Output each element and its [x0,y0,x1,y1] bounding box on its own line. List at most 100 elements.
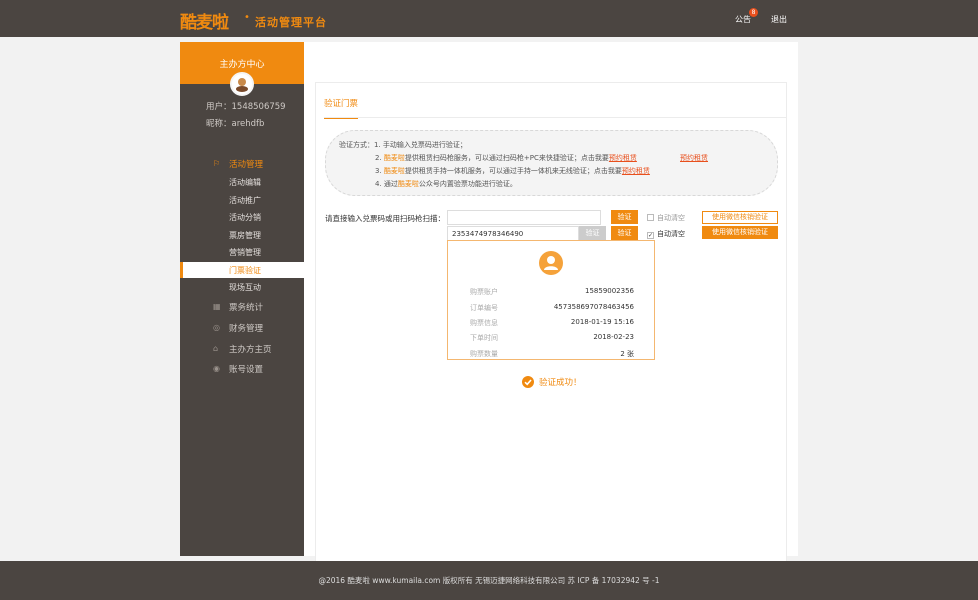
result-value: 2 张 [620,350,634,358]
result-value: 2018-01-19 15:16 [570,318,634,326]
notice-link[interactable]: 公告 [735,14,751,25]
instructions-box: 验证方式：1. 手动输入兑票码进行验证； 2. 酷麦啦提供租赁扫码枪服务，可以通… [325,130,778,196]
sidebar-group-label: 票务统计 [229,303,264,313]
instruction-num: 4. 通过 [375,180,398,188]
user-nickname: 昵称：arehdfb [206,119,265,129]
sidebar-item-edit[interactable]: 活动编辑 [180,174,304,190]
checkbox-label: 自动清空 [657,230,685,238]
sidebar-group-ticket-stats[interactable]: ▦ 票务统计 [180,299,304,317]
checkbox-checked[interactable]: ✓ [647,232,654,239]
verify-button-disabled[interactable]: 验证 [579,226,606,241]
notice-count-badge: 8 [749,8,758,17]
success-message: 验证成功！ [522,376,582,388]
sidebar-item-boxoffice[interactable]: 票房管理 [180,227,304,243]
sidebar-group-label: 财务管理 [229,324,264,334]
result-row-ticket-info: 购票信息 2018-01-19 15:16 [448,318,656,330]
result-key: 购票数量 [470,350,498,358]
instruction-num: 3. [375,167,384,175]
sidebar-item-label: 门票验证 [229,266,261,275]
sidebar-group-label: 活动管理 [229,160,264,170]
home-icon: ⌂ [213,344,219,353]
main-panel: 验证门票 验证方式：1. 手动输入兑票码进行验证； 2. 酷麦啦提供租赁扫码枪服… [304,42,798,586]
logout-link[interactable]: 退出 [771,14,787,25]
result-value: 457358697078463456 [553,303,634,311]
instruction-text: 提供租赁扫码枪服务，可以通过扫码枪+PC来快捷验证；点击我要 [404,154,609,162]
rent-scanner-link[interactable]: 预约租赁 [609,154,637,162]
sidebar-group-homepage[interactable]: ⌂ 主办方主页 [180,341,304,359]
logo[interactable]: 酷麦啦 [180,8,229,33]
auto-clear-checkbox-1[interactable]: 自动清空 [647,213,685,223]
finance-icon: ◎ [213,323,220,332]
sidebar-group-label: 账号设置 [229,365,264,375]
stats-icon: ▦ [213,302,221,311]
user-icon [539,251,563,275]
auto-clear-checkbox-2[interactable]: ✓ 自动清空 [647,229,685,239]
sidebar-item-label: 活动编辑 [229,178,261,187]
verify-input-label: 请直接输入兑票码或用扫码枪扫描： [325,214,445,223]
rent-extra-link[interactable]: 预约租赁 [680,153,708,163]
platform-title: 活动管理平台 [255,16,327,29]
sidebar-item-label: 营销管理 [229,248,261,257]
sidebar-item-label: 活动推广 [229,196,261,205]
avatar[interactable] [230,72,254,96]
sidebar-item-onsite[interactable]: 现场互动 [180,279,304,295]
user-id: 用户：1548506759 [206,102,286,112]
code-input-empty[interactable] [447,210,601,225]
check-circle-icon [522,376,534,388]
instruction-text: 提供租赁手持一体机服务，可以通过手持一体机来无线验证；点击我要 [404,167,622,175]
result-row-account: 购票账户 15859002356 [448,287,656,299]
footer: @2016 酷麦啦 www.kumaila.com 版权所有 无锡迈捷网络科技有… [0,561,978,600]
sidebar-item-label: 现场互动 [229,283,261,292]
wechat-verify-button-solid[interactable]: 使用微信核销验证 [702,226,778,239]
sidebar-item-label: 活动分销 [229,213,261,222]
sidebar-item-distribute[interactable]: 活动分销 [180,209,304,225]
rent-handheld-link[interactable]: 预约租赁 [622,167,650,175]
wechat-verify-button-outline[interactable]: 使用微信核销验证 [702,211,778,224]
sidebar-group-finance[interactable]: ◎ 财务管理 [180,320,304,338]
sidebar-group-activity[interactable]: ⚐ 活动管理 [180,156,304,174]
result-row-order-time: 下单时间 2018-02-23 [448,333,656,345]
instruction-line-3: 3. 酷麦啦提供租赁手持一体机服务，可以通过手持一体机来无线验证；点击我要预约租… [375,166,650,176]
instruction-line-1: 验证方式：1. 手动输入兑票码进行验证； [339,140,467,150]
sidebar-item-promote[interactable]: 活动推广 [180,192,304,208]
result-key: 购票账户 [470,288,498,296]
instruction-line-4: 4. 通过酷麦啦公众号内置验票功能进行验证。 [375,179,517,189]
verify-button-2[interactable]: 验证 [611,226,638,240]
success-text: 验证成功！ [539,378,582,388]
title-separator: • [244,12,250,23]
brand-name: 酷麦啦 [397,180,419,188]
sidebar-group-label: 主办方主页 [229,345,272,355]
checkbox-box[interactable] [647,214,654,221]
verify-card: 验证门票 验证方式：1. 手动输入兑票码进行验证； 2. 酷麦啦提供租赁扫码枪服… [315,82,787,586]
sidebar-item-label: 票房管理 [229,231,261,240]
result-row-order: 订单编号 457358697078463456 [448,303,656,315]
instruction-num: 2. [375,154,384,162]
sidebar-group-account[interactable]: ◉ 账号设置 [180,361,304,379]
result-value: 15859002356 [585,287,634,295]
instruction-text: 1. 手动输入兑票码进行验证； [374,141,467,149]
settings-icon: ◉ [213,364,220,373]
result-key: 订单编号 [470,304,498,312]
sidebar-title: 主办方中心 [219,60,265,70]
avatar-image-icon [232,74,252,94]
sidebar: 主办方中心 用户：1548506759 昵称：arehdfb ⚐ 活动管理 活动… [180,42,304,556]
result-row-quantity: 购票数量 2 张 [448,349,656,361]
brand-name: 酷麦啦 [383,167,405,175]
checkbox-label: 自动清空 [657,214,685,222]
sidebar-item-marketing[interactable]: 营销管理 [180,244,304,260]
instruction-text: 公众号内置验票功能进行验证。 [418,180,517,188]
result-key: 购票信息 [470,319,498,327]
verify-button-1[interactable]: 验证 [611,210,638,224]
brand-name: 酷麦啦 [383,154,405,162]
instruction-prefix: 验证方式： [339,141,374,149]
result-value: 2018-02-23 [593,333,634,341]
footer-copyright: @2016 酷麦啦 www.kumaila.com 版权所有 无锡迈捷网络科技有… [318,576,660,585]
tab-divider [324,117,787,118]
instruction-line-2: 2. 酷麦啦提供租赁扫码枪服务，可以通过扫码枪+PC来快捷验证；点击我要预约租赁 [375,153,637,163]
code-input-filled[interactable] [447,226,579,241]
top-bar: 酷麦啦 • 活动管理平台 公告 8 退出 [0,0,978,37]
sidebar-item-ticket-verify[interactable]: 门票验证 [180,262,304,278]
user-silhouette-icon [544,256,558,270]
tab-verify-ticket[interactable]: 验证门票 [324,97,359,119]
flag-icon: ⚐ [213,159,221,168]
